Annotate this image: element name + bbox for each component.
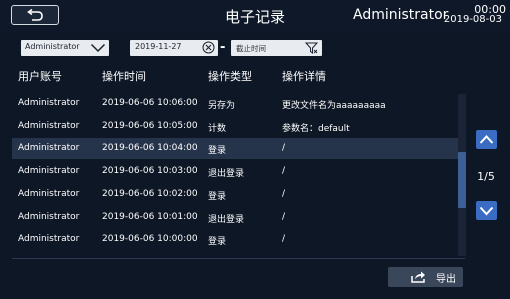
- cell-detail: 更改文件名为aaaaaaaaa: [282, 101, 386, 111]
- table-row[interactable]: Administrator 2019-06-06 10:00:00 登录 /: [12, 229, 465, 250]
- cell-type: 登录: [208, 237, 227, 248]
- cell-user: Administrator: [18, 188, 80, 199]
- table-row[interactable]: Administrator 2019-06-06 10:03:00 退出登录 /: [12, 161, 465, 182]
- clock-date: 2019-08-03: [443, 14, 502, 25]
- column-header-user: 用户账号: [18, 70, 62, 83]
- user-filter-value: Administrator: [25, 42, 80, 51]
- current-user: Administrator: [353, 7, 449, 23]
- cell-user: Administrator: [18, 211, 80, 222]
- cell-type: 退出登录: [208, 169, 245, 180]
- cell-detail: /: [282, 166, 286, 177]
- share-export-icon: [411, 271, 425, 283]
- table-row[interactable]: Administrator 2019-06-06 10:01:00 退出登录 /: [12, 207, 465, 228]
- start-date-value: 2019-11-27: [135, 42, 182, 51]
- cell-time: 2019-06-06 10:06:00: [102, 98, 198, 108]
- cell-time: 2019-06-06 10:05:00: [102, 120, 198, 131]
- chevron-down-icon: [479, 206, 494, 216]
- cell-type: 登录: [208, 146, 227, 157]
- records-table: Administrator 2019-06-06 10:06:00 另存为 更改文件名…: [12, 93, 465, 258]
- column-header-type: 操作类型: [208, 70, 252, 83]
- export-button[interactable]: 导出: [388, 267, 463, 287]
- chevron-down-icon: [90, 43, 106, 53]
- cell-time: 2019-06-06 10:03:00: [102, 166, 198, 177]
- cell-detail: /: [282, 234, 286, 245]
- cell-user: Administrator: [18, 234, 80, 245]
- cell-time: 2019-06-06 10:01:00: [102, 211, 198, 222]
- cell-type: 登录: [208, 191, 227, 202]
- table-row[interactable]: Administrator 2019-06-06 10:05:00 计数 参数名：de…: [12, 116, 465, 137]
- cell-user: Administrator: [18, 166, 80, 177]
- clear-circle-icon[interactable]: [202, 41, 215, 54]
- table-row[interactable]: Administrator 2019-06-06 10:06:00 另存为 更改文件名…: [12, 93, 465, 114]
- user-filter-select[interactable]: Administrator: [21, 40, 109, 56]
- cell-detail: /: [282, 211, 286, 222]
- cell-user: Administrator: [18, 98, 80, 108]
- cell-detail: /: [282, 143, 286, 154]
- cell-time: 2019-06-06 10:00:00: [102, 234, 198, 245]
- chevron-up-icon: [479, 135, 494, 144]
- export-label: 导出: [436, 274, 456, 285]
- cell-time: 2019-06-06 10:04:00: [102, 143, 198, 154]
- column-header-time: 操作时间: [102, 70, 146, 83]
- table-row[interactable]: Administrator 2019-06-06 10:04:00 登录 /: [12, 138, 465, 160]
- scrollbar-thumb[interactable]: [458, 152, 466, 208]
- date-range-separator: -: [220, 40, 226, 55]
- cell-time: 2019-06-06 10:02:00: [102, 188, 198, 199]
- cell-type: 计数: [208, 123, 227, 134]
- start-date-field[interactable]: 2019-11-27: [130, 40, 218, 56]
- table-row[interactable]: Administrator 2019-06-06 10:02:00 登录 /: [12, 184, 465, 205]
- page-indicator: 1/5: [477, 170, 495, 183]
- column-header-detail: 操作详情: [282, 70, 326, 83]
- end-date-field[interactable]: 截止时间: [231, 40, 322, 56]
- page-down-button[interactable]: [476, 201, 497, 220]
- end-date-placeholder: 截止时间: [236, 44, 266, 53]
- page-up-button[interactable]: [476, 130, 497, 149]
- cell-user: Administrator: [18, 120, 80, 131]
- cell-type: 退出登录: [208, 214, 245, 225]
- cell-type: 另存为: [208, 101, 236, 111]
- cell-detail: /: [282, 188, 286, 199]
- table-bottom-divider: [12, 258, 465, 259]
- filter-icon[interactable]: [305, 42, 318, 54]
- cell-detail: 参数名：default: [282, 123, 350, 134]
- cell-user: Administrator: [18, 143, 80, 154]
